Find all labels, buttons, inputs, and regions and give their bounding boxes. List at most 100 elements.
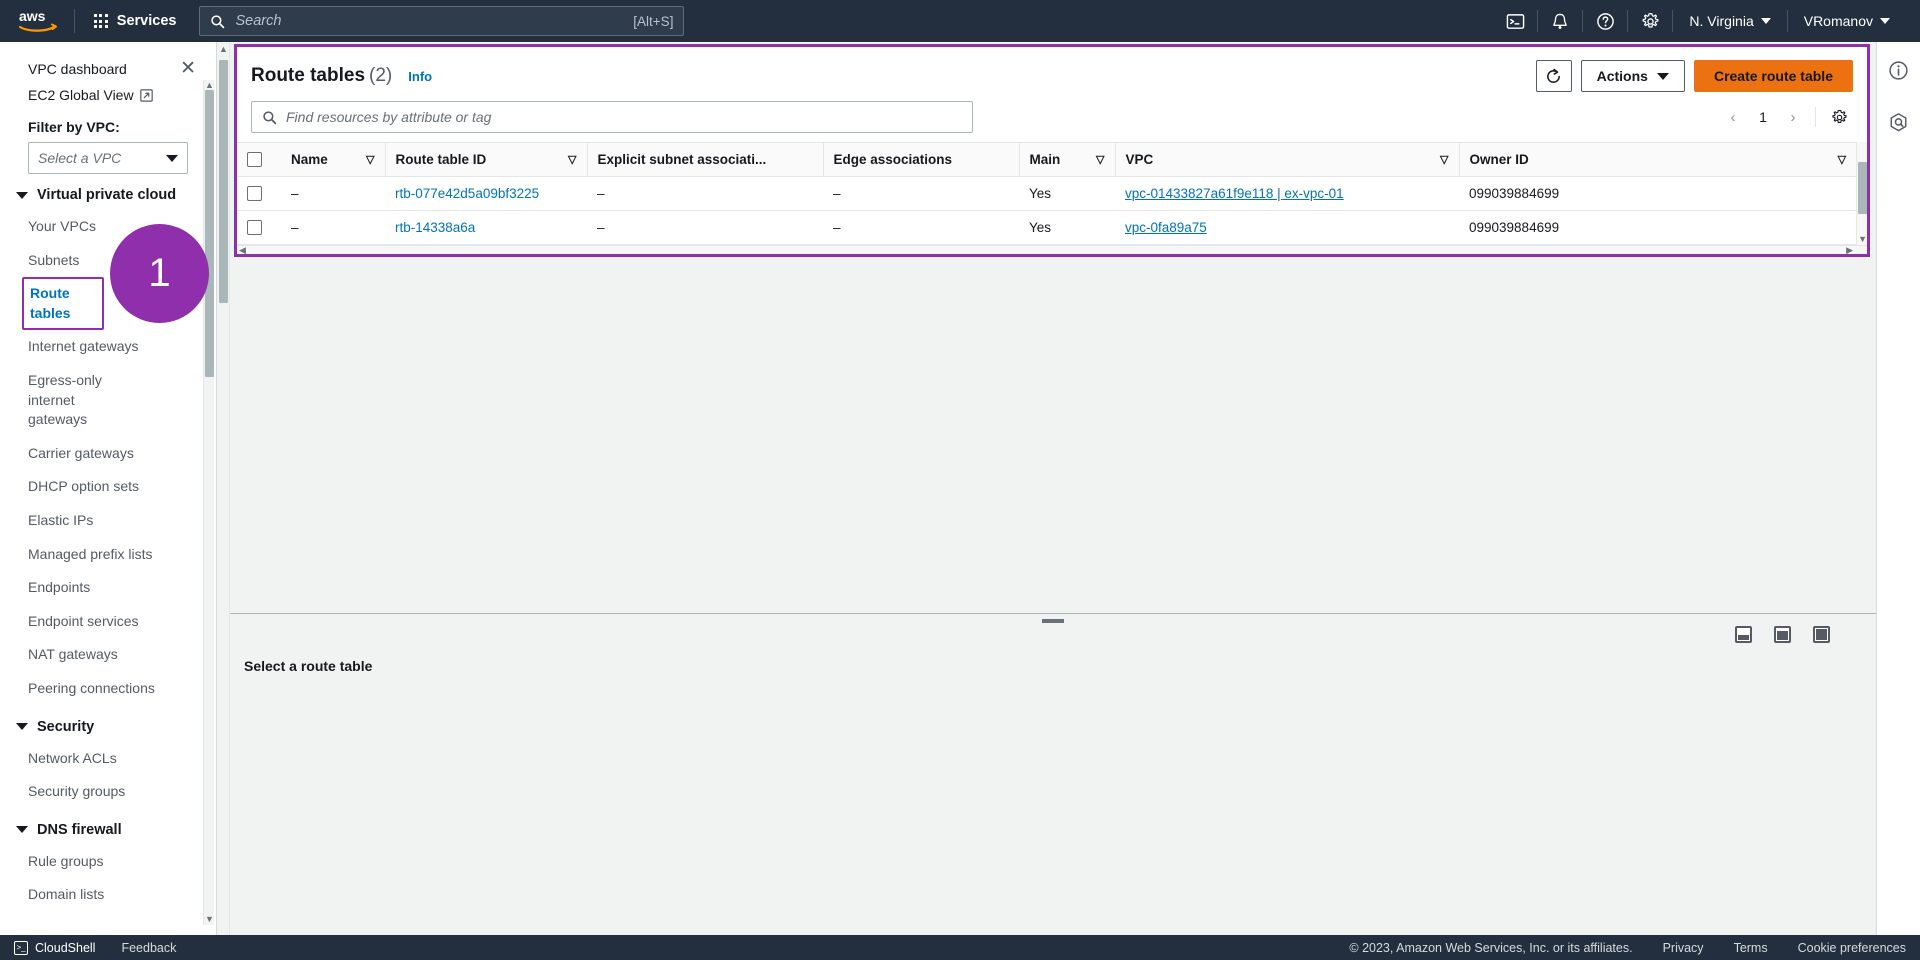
- sidebar-item-domain-lists[interactable]: Domain lists: [0, 878, 216, 912]
- panel-full-icon[interactable]: [1813, 626, 1830, 643]
- sort-icon[interactable]: ▽: [1432, 153, 1448, 166]
- column-header-name[interactable]: Name ▽: [281, 142, 385, 177]
- route-table-id-link[interactable]: rtb-14338a6a: [395, 220, 475, 235]
- right-rail: [1876, 42, 1920, 935]
- sidebar-group-security[interactable]: Security: [0, 706, 216, 742]
- privacy-link[interactable]: Privacy: [1663, 941, 1704, 955]
- column-header-main[interactable]: Main ▽: [1018, 142, 1115, 177]
- main-scroll-thumb[interactable]: [219, 60, 228, 303]
- sidebar-group-label: Virtual private cloud: [37, 187, 177, 203]
- help-circle-icon[interactable]: [1583, 0, 1627, 42]
- sidebar-item-network-acls[interactable]: Network ACLs: [0, 742, 216, 776]
- select-all-checkbox[interactable]: [247, 152, 262, 167]
- scroll-up-arrow-icon[interactable]: ▲: [219, 44, 228, 54]
- sidebar-item-endpoints[interactable]: Endpoints: [0, 571, 216, 605]
- sidebar-scrollbar[interactable]: ▲ ▼: [203, 80, 214, 925]
- sort-icon[interactable]: ▽: [560, 153, 576, 166]
- feedback-link[interactable]: Feedback: [121, 941, 176, 955]
- global-search-input[interactable]: [235, 13, 624, 29]
- column-header-explicit-subnet-associations[interactable]: Explicit subnet associati...: [586, 142, 823, 177]
- vpc-filter-select[interactable]: Select a VPC: [28, 142, 188, 174]
- column-label: Owner ID: [1469, 152, 1529, 167]
- info-icon[interactable]: [1884, 55, 1914, 85]
- sort-icon[interactable]: ▽: [1088, 153, 1104, 166]
- find-resources-input[interactable]: [286, 109, 962, 125]
- page-number[interactable]: 1: [1750, 104, 1776, 130]
- close-icon[interactable]: ✕: [180, 59, 196, 78]
- row-checkbox[interactable]: [247, 186, 262, 201]
- main-scrollbar[interactable]: ▲: [217, 42, 230, 935]
- column-header-vpc[interactable]: VPC ▽: [1114, 142, 1459, 177]
- sidebar-item-dhcp-option-sets[interactable]: DHCP option sets: [0, 470, 216, 504]
- sidebar-item-nat-gateways[interactable]: NAT gateways: [0, 638, 216, 672]
- actions-button[interactable]: Actions: [1580, 60, 1685, 92]
- footer-bar: >_ CloudShell Feedback © 2023, Amazon We…: [0, 935, 1920, 960]
- sidebar-item-internet-gateways[interactable]: Internet gateways: [0, 330, 216, 364]
- sidebar-item-route-tables[interactable]: Route tables: [22, 277, 104, 331]
- sidebar-group-virtual-private-cloud[interactable]: Virtual private cloud: [0, 174, 216, 210]
- sidebar-scroll-thumb[interactable]: [205, 90, 214, 377]
- scroll-up-arrow-icon[interactable]: ▲: [205, 81, 214, 90]
- sidebar-item-vpc-dashboard[interactable]: VPC dashboard: [28, 61, 127, 77]
- column-header-route-table-id[interactable]: Route table ID ▽: [384, 142, 587, 177]
- sidebar-item-rule-groups[interactable]: Rule groups: [0, 845, 216, 879]
- chevron-left-icon[interactable]: ‹: [1720, 104, 1746, 130]
- vpc-sidebar: VPC dashboard ✕ EC2 Global View Filter b…: [0, 42, 217, 935]
- split-panel-resize-handle[interactable]: [1042, 619, 1064, 623]
- sort-icon[interactable]: ▽: [358, 153, 374, 166]
- sidebar-item-ec2-global-view[interactable]: EC2 Global View: [0, 81, 216, 109]
- sidebar-group-dns-firewall[interactable]: DNS firewall: [0, 809, 216, 845]
- create-route-table-button[interactable]: Create route table: [1693, 60, 1853, 92]
- route-table-id-link[interactable]: rtb-077e42d5a09bf3225: [395, 186, 539, 201]
- aws-logo[interactable]: aws: [14, 6, 62, 36]
- sidebar-item-carrier-gateways[interactable]: Carrier gateways: [0, 437, 216, 471]
- table-row[interactable]: – rtb-14338a6a – – Yes vpc-0fa89a75 0990…: [237, 210, 1857, 245]
- column-header-owner-id[interactable]: Owner ID ▽: [1458, 142, 1857, 177]
- table-scroll-thumb[interactable]: [1858, 162, 1868, 214]
- scroll-right-arrow-icon[interactable]: ▶: [1846, 245, 1853, 256]
- scroll-down-arrow-icon[interactable]: ▼: [205, 915, 214, 924]
- scroll-left-arrow-icon[interactable]: ◀: [239, 245, 246, 256]
- column-label: Main: [1029, 152, 1061, 167]
- panel-split-icon[interactable]: [1774, 626, 1791, 643]
- split-panel-title: Select a route table: [244, 658, 373, 674]
- vpc-link[interactable]: vpc-0fa89a75: [1125, 220, 1207, 235]
- terms-link[interactable]: Terms: [1734, 941, 1768, 955]
- assistant-icon[interactable]: [1884, 107, 1914, 137]
- chevron-right-icon[interactable]: ›: [1780, 104, 1806, 130]
- search-icon: [263, 110, 277, 124]
- create-route-table-label: Create route table: [1713, 68, 1833, 84]
- cell-explicit-subnet: –: [587, 176, 823, 211]
- global-search-bar[interactable]: [Alt+S]: [199, 6, 685, 36]
- sort-icon[interactable]: ▽: [1830, 153, 1846, 166]
- table-preferences-gear-icon[interactable]: [1825, 103, 1853, 131]
- info-link[interactable]: Info: [408, 69, 432, 84]
- refresh-button[interactable]: [1535, 60, 1572, 92]
- table-vertical-scrollbar[interactable]: ▼: [1856, 142, 1868, 245]
- sidebar-item-managed-prefix-lists[interactable]: Managed prefix lists: [0, 538, 216, 572]
- cloudshell-icon[interactable]: [1493, 0, 1537, 42]
- scroll-down-arrow-icon[interactable]: ▼: [1858, 234, 1867, 244]
- column-header-edge-associations[interactable]: Edge associations: [822, 142, 1019, 177]
- cloudshell-label: CloudShell: [35, 940, 96, 955]
- panel-bottom-icon[interactable]: [1735, 626, 1752, 643]
- sidebar-item-elastic-ips[interactable]: Elastic IPs: [0, 504, 216, 538]
- sidebar-item-egress-only-internet-gateways[interactable]: Egress-only internet gateways: [0, 364, 150, 437]
- sidebar-item-security-groups[interactable]: Security groups: [0, 775, 216, 809]
- bell-icon[interactable]: [1538, 0, 1582, 42]
- region-selector[interactable]: N. Virginia: [1673, 0, 1786, 42]
- sidebar-item-endpoint-services[interactable]: Endpoint services: [0, 605, 216, 639]
- table-horizontal-scrollbar[interactable]: ◀ ▶: [237, 245, 1867, 256]
- cell-edge-associations: –: [823, 210, 1019, 245]
- cloudshell-button[interactable]: >_ CloudShell: [14, 940, 96, 955]
- services-menu-button[interactable]: Services: [87, 8, 183, 34]
- account-menu[interactable]: VRomanov: [1788, 0, 1906, 42]
- cookie-preferences-link[interactable]: Cookie preferences: [1798, 941, 1906, 955]
- route-tables-table: Name ▽ Route table ID ▽ Explicit subnet …: [237, 142, 1857, 245]
- gear-icon[interactable]: [1628, 0, 1672, 42]
- row-checkbox[interactable]: [247, 220, 262, 235]
- find-resources-field[interactable]: [251, 101, 973, 133]
- sidebar-item-peering-connections[interactable]: Peering connections: [0, 672, 216, 706]
- vpc-link[interactable]: vpc-01433827a61f9e118 | ex-vpc-01: [1125, 186, 1344, 201]
- table-row[interactable]: – rtb-077e42d5a09bf3225 – – Yes vpc-0143…: [237, 176, 1857, 211]
